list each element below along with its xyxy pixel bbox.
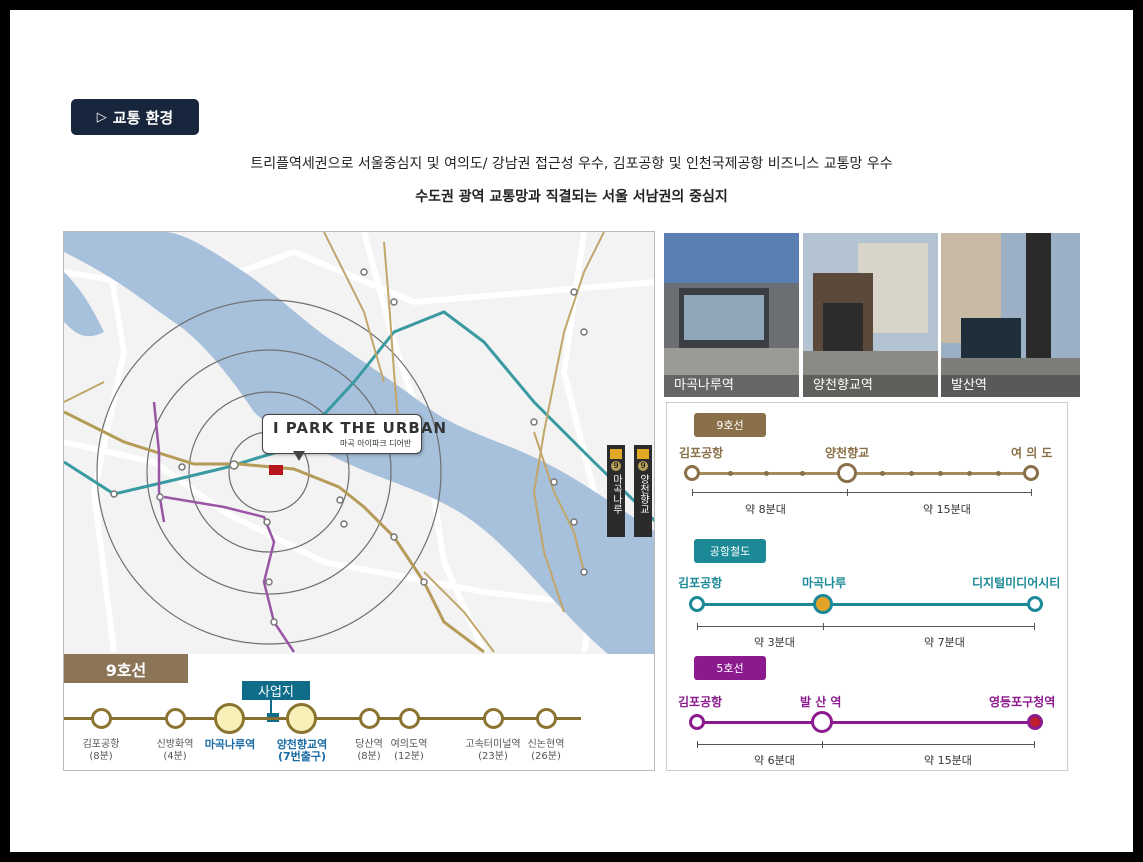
station-node-7 — [483, 708, 504, 729]
photo-magoknaru: 마곡나루역 — [664, 233, 799, 397]
duration-1: 약 3분대 — [754, 636, 795, 649]
duration-tick — [823, 623, 824, 630]
route-tag-line9: 9호선 — [694, 413, 766, 437]
duration-tick — [1031, 489, 1032, 496]
sign-top-marker — [637, 449, 649, 459]
route-dot — [996, 471, 1001, 476]
route-dot — [880, 471, 885, 476]
headline: 수도권 광역 교통망과 직결되는 서울 서남권의 중심지 — [415, 189, 728, 205]
project-logo: I PARK THE URBAN — [273, 419, 448, 437]
sign-line-number: 9 — [611, 461, 621, 471]
route-dot — [728, 471, 733, 476]
route-node — [1027, 596, 1043, 612]
route-dot — [764, 471, 769, 476]
duration-2: 약 15분대 — [924, 754, 972, 767]
site-pin — [270, 700, 272, 714]
intro-line: 트리플역세권으로 서울중심지 및 여의도/ 강남권 접근성 우수, 김포공항 및… — [250, 156, 893, 172]
duration-2: 약 15분대 — [923, 503, 971, 516]
route-from: 김포공항 — [678, 576, 723, 590]
route-to: 디지털미디어시티 — [972, 576, 1061, 590]
photo-caption: 마곡나루역 — [664, 375, 799, 397]
duration-2: 약 7분대 — [924, 636, 965, 649]
callout-pointer — [293, 451, 305, 461]
route-tag-line5: 5호선 — [694, 656, 766, 680]
duration-line — [692, 492, 1032, 493]
route-node — [811, 711, 833, 733]
site-label: 사업지 — [242, 681, 310, 700]
section-title: 교통 환경 — [112, 108, 174, 127]
photo-balsan: 발산역 — [941, 233, 1080, 397]
station-node-4 — [286, 703, 317, 734]
route-line — [697, 603, 1035, 606]
duration-tick — [847, 489, 848, 496]
route-node — [1023, 465, 1039, 481]
photo-yangcheon-image — [803, 233, 938, 397]
route-from: 김포공항 — [679, 446, 724, 460]
photo-magoknaru-image — [664, 233, 799, 397]
project-logo-subtitle: 마곡 아이파크 디어반 — [340, 439, 412, 448]
station-node-8 — [536, 708, 557, 729]
duration-tick — [692, 489, 693, 496]
photo-caption: 발산역 — [941, 375, 1080, 397]
route-panel: 9호선 김포공항 양천향교 여 의 도 약 8분대 약 15분대 공항철도 김포… — [666, 402, 1068, 771]
section-title-badge: ▷ 교통 환경 — [71, 99, 199, 135]
duration-tick — [697, 741, 698, 748]
station-label: 김포공항 (8분) — [82, 739, 120, 762]
route-node — [837, 463, 857, 483]
route-node — [684, 465, 700, 481]
sign-text: 양천향교 — [637, 474, 649, 514]
route-from: 김포공항 — [678, 695, 723, 709]
line9-strip: 9호선 사업지 김포공항 (8분) 신방화역 (4분) 마곡나루역 양천향교역 (7번… — [64, 654, 654, 770]
route-node — [689, 596, 705, 612]
route-to: 영등포구청역 — [989, 695, 1056, 709]
photo-balsan-image — [941, 233, 1080, 397]
duration-tick — [1034, 623, 1035, 630]
subway-map: I PARK THE URBAN 마곡 아이파크 디어반 9호선 사업지 김포공… — [63, 231, 655, 771]
route-mid: 마곡나루 — [802, 576, 847, 590]
route-dot — [938, 471, 943, 476]
route-to: 여 의 도 — [1011, 446, 1053, 460]
route-node — [689, 714, 705, 730]
duration-1: 약 6분대 — [754, 754, 795, 767]
station-node-2 — [165, 708, 186, 729]
photo-yangcheon: 양천향교역 — [803, 233, 938, 397]
station-node-5 — [359, 708, 380, 729]
station-node-6 — [399, 708, 420, 729]
duration-tick — [822, 741, 823, 748]
route-dot — [967, 471, 972, 476]
station-label: 신논현역 (26분) — [527, 739, 565, 762]
station-label-magoknaru: 마곡나루역 — [204, 738, 256, 751]
duration-tick — [1034, 741, 1035, 748]
sign-text: 마곡나루 — [610, 474, 622, 514]
route-node-transfer — [1027, 714, 1043, 730]
route-dot — [909, 471, 914, 476]
route-mid: 발 산 역 — [800, 695, 842, 709]
route-tag-airport: 공항철도 — [694, 539, 766, 563]
station-sign-magoknaru: 9 마곡나루 — [607, 445, 625, 537]
sign-line-number: 9 — [638, 461, 648, 471]
station-node-1 — [91, 708, 112, 729]
station-label: 여의도역 (12분) — [390, 739, 428, 762]
duration-line — [697, 626, 1035, 627]
route-line — [692, 472, 1032, 475]
duration-tick — [697, 623, 698, 630]
project-logo-callout: I PARK THE URBAN 마곡 아이파크 디어반 — [262, 414, 446, 461]
route-mid: 양천향교 — [825, 446, 870, 460]
station-node-3 — [214, 703, 245, 734]
station-photos: 마곡나루역 양천향교역 발산역 — [664, 233, 1080, 397]
route-line — [697, 721, 1035, 724]
duration-line — [697, 744, 1035, 745]
route-dot — [800, 471, 805, 476]
station-sign-yangcheon: 9 양천향교 — [634, 445, 652, 537]
play-triangle-icon: ▷ — [96, 109, 107, 125]
sign-top-marker — [610, 449, 622, 459]
route-node-transfer — [813, 594, 833, 614]
line9-tag: 9호선 — [64, 654, 188, 683]
duration-1: 약 8분대 — [745, 503, 786, 516]
photo-caption: 양천향교역 — [803, 375, 938, 397]
